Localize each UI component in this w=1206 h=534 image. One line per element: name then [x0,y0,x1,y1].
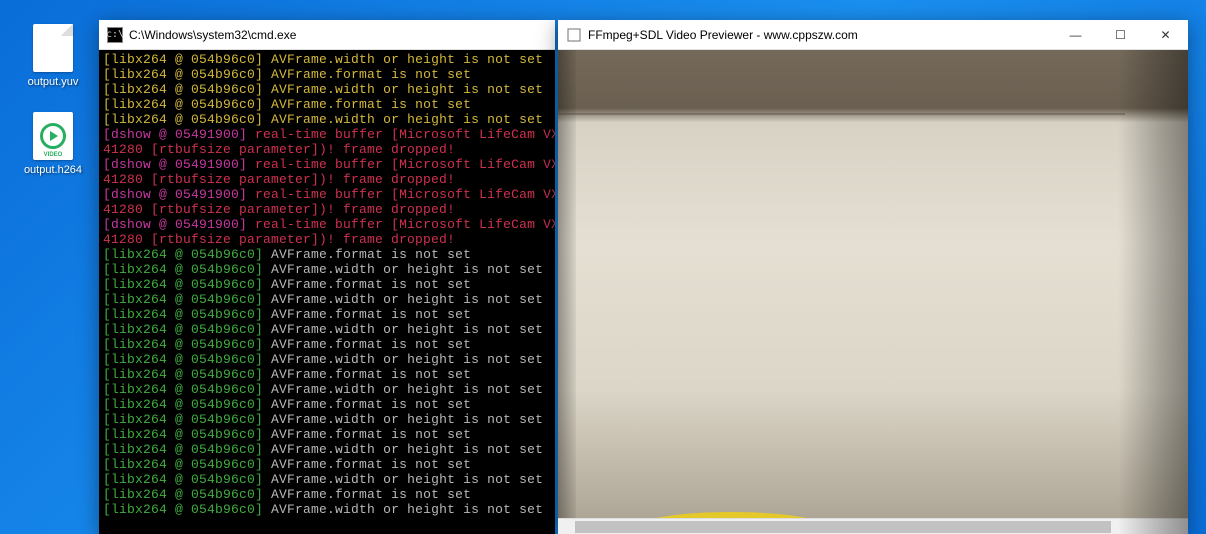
desktop-icon-label: output.h264 [18,164,88,176]
cmd-title: C:\Windows\system32\cmd.exe [129,28,296,42]
desktop-icon-label: output.yuv [18,76,88,88]
cmd-window: c:\ C:\Windows\system32\cmd.exe [libx264… [99,20,555,534]
console-line: [libx264 @ 054b96c0] AVFrame.format is n… [103,457,551,472]
console-line: [libx264 @ 054b96c0] AVFrame.format is n… [103,67,551,82]
console-line: [libx264 @ 054b96c0] AVFrame.format is n… [103,487,551,502]
console-line: 41280 [rtbufsize parameter])! frame drop… [103,172,551,187]
console-line: [libx264 @ 054b96c0] AVFrame.width or he… [103,292,551,307]
console-line: [libx264 @ 054b96c0] AVFrame.width or he… [103,502,551,517]
console-line: [libx264 @ 054b96c0] AVFrame.format is n… [103,367,551,382]
app-icon [566,27,582,43]
console-line: [dshow @ 05491900] real-time buffer [Mic… [103,127,551,142]
cmd-icon: c:\ [107,27,123,43]
console-line: [libx264 @ 054b96c0] AVFrame.width or he… [103,112,551,127]
console-line: [libx264 @ 054b96c0] AVFrame.width or he… [103,262,551,277]
play-icon [40,123,66,149]
close-button[interactable]: ✕ [1143,20,1188,49]
horizontal-scrollbar[interactable] [558,518,1188,534]
desktop-icon-output-yuv[interactable]: output.yuv [18,24,88,88]
video-preview-area [558,50,1188,534]
console-line: [libx264 @ 054b96c0] AVFrame.format is n… [103,97,551,112]
console-line: [libx264 @ 054b96c0] AVFrame.width or he… [103,442,551,457]
maximize-button[interactable]: ☐ [1098,20,1143,49]
console-line: [libx264 @ 054b96c0] AVFrame.width or he… [103,322,551,337]
console-line: [libx264 @ 054b96c0] AVFrame.width or he… [103,472,551,487]
console-line: [libx264 @ 054b96c0] AVFrame.width or he… [103,412,551,427]
console-line: [libx264 @ 054b96c0] AVFrame.width or he… [103,382,551,397]
cmd-output[interactable]: [libx264 @ 054b96c0] AVFrame.width or he… [99,50,555,534]
window-controls: — ☐ ✕ [1053,20,1188,49]
console-line: [dshow @ 05491900] real-time buffer [Mic… [103,187,551,202]
file-icon [29,24,77,72]
console-line: [libx264 @ 054b96c0] AVFrame.format is n… [103,397,551,412]
console-line: [libx264 @ 054b96c0] AVFrame.width or he… [103,352,551,367]
video-file-icon: VIDEO [29,112,77,160]
console-line: [libx264 @ 054b96c0] AVFrame.format is n… [103,307,551,322]
video-content [558,113,1125,115]
cmd-titlebar[interactable]: c:\ C:\Windows\system32\cmd.exe [99,20,555,50]
console-line: 41280 [rtbufsize parameter])! frame drop… [103,202,551,217]
console-line: [libx264 @ 054b96c0] AVFrame.format is n… [103,427,551,442]
console-line: [libx264 @ 054b96c0] AVFrame.width or he… [103,82,551,97]
console-line: [libx264 @ 054b96c0] AVFrame.format is n… [103,337,551,352]
console-line: 41280 [rtbufsize parameter])! frame drop… [103,142,551,157]
console-line: [libx264 @ 054b96c0] AVFrame.format is n… [103,277,551,292]
desktop-icon-output-h264[interactable]: VIDEO output.h264 [18,112,88,176]
preview-title: FFmpeg+SDL Video Previewer - www.cppszw.… [588,28,858,42]
scrollbar-thumb[interactable] [575,521,1111,533]
preview-window: FFmpeg+SDL Video Previewer - www.cppszw.… [558,20,1188,534]
preview-titlebar[interactable]: FFmpeg+SDL Video Previewer - www.cppszw.… [558,20,1188,50]
console-line: [libx264 @ 054b96c0] AVFrame.width or he… [103,52,551,67]
console-line: [dshow @ 05491900] real-time buffer [Mic… [103,157,551,172]
console-line: [libx264 @ 054b96c0] AVFrame.format is n… [103,247,551,262]
console-line: [dshow @ 05491900] real-time buffer [Mic… [103,217,551,232]
minimize-button[interactable]: — [1053,20,1098,49]
console-line: 41280 [rtbufsize parameter])! frame drop… [103,232,551,247]
